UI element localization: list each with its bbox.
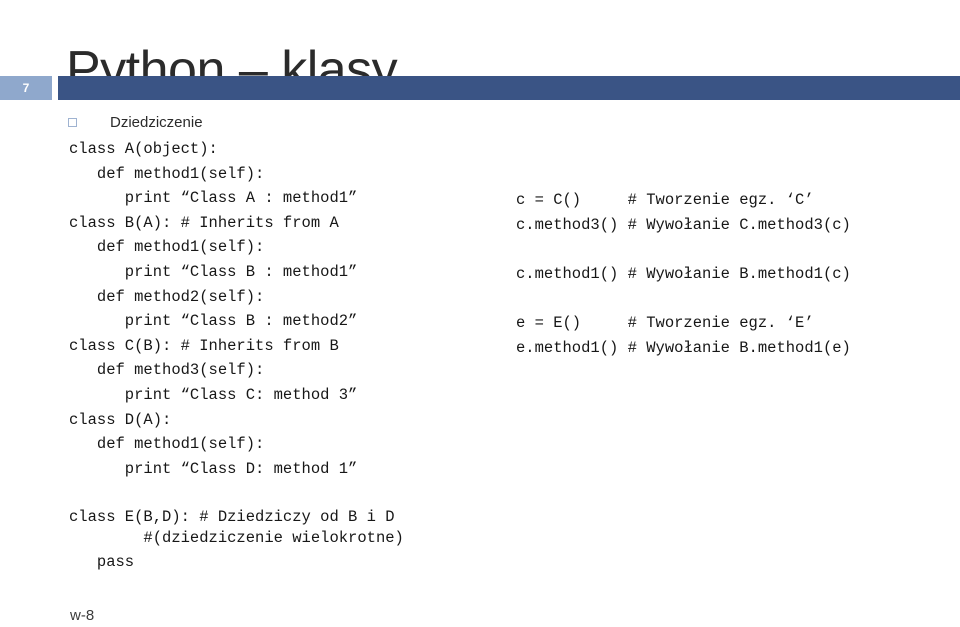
- code-line: c = C() # Tworzenie egz. ‘C’: [516, 191, 814, 209]
- code-line: print “Class B : method2”: [69, 312, 358, 331]
- code-block-usage-examples: c = C() # Tworzenie egz. ‘C’ c.method3()…: [516, 188, 946, 361]
- square-bullet-icon: [68, 117, 77, 127]
- code-line: class A(object):: [69, 140, 218, 158]
- code-line: class E(B,D): # Dziedziczy od B i D: [69, 508, 395, 526]
- code-line: c.method1() # Wywołanie B.method1(c): [516, 265, 851, 284]
- code-line: class B(A): # Inherits from A: [69, 213, 339, 232]
- code-line: def method1(self):: [69, 164, 265, 183]
- code-line: def method1(self):: [69, 435, 265, 454]
- code-line: e = E() # Tworzenie egz. ‘E’: [516, 314, 814, 333]
- code-line: c.method3() # Wywołanie C.method3(c): [516, 215, 851, 234]
- code-line: print “Class B : method1”: [69, 262, 358, 281]
- page-number-badge: 7: [0, 76, 52, 100]
- code-line: def method1(self):: [69, 238, 265, 257]
- title-divider-band: 7: [0, 76, 960, 100]
- code-line: #(dziedziczenie wielokrotne): [69, 529, 404, 547]
- code-line: print “Class C: method 3”: [69, 385, 358, 404]
- code-line: def method3(self):: [69, 361, 265, 380]
- code-block-class-definitions: class A(object): def method1(self): prin…: [69, 137, 489, 481]
- code-line: print “Class A : method1”: [69, 189, 358, 208]
- title-rule: [58, 76, 960, 100]
- bullet-item-dziedziczenie: Dziedziczenie: [68, 112, 203, 132]
- code-line: def method2(self):: [69, 287, 265, 306]
- code-line: class D(A):: [69, 410, 172, 429]
- code-line: class C(B): # Inherits from B: [69, 336, 339, 355]
- code-line: e.method1() # Wywołanie B.method1(e): [516, 339, 851, 358]
- code-block-multiple-inheritance: class E(B,D): # Dziedziczy od B i D #(dz…: [69, 507, 529, 573]
- footer-label: w-8: [70, 607, 95, 624]
- code-line: pass: [69, 553, 135, 571]
- bullet-item-label: Dziedziczenie: [110, 113, 203, 131]
- code-line: print “Class D: method 1”: [69, 459, 358, 478]
